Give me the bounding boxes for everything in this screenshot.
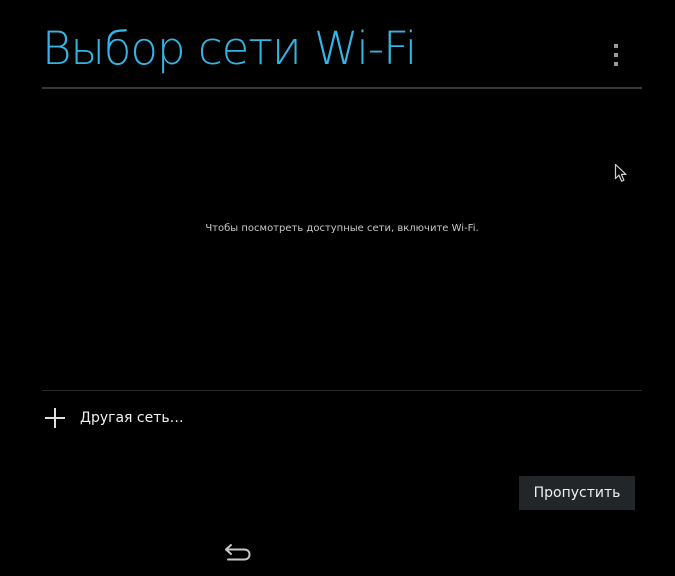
menu-dot	[614, 53, 618, 57]
wifi-off-message: Чтобы посмотреть доступные сети, включит…	[205, 223, 479, 234]
page-title: Выбор сети Wi-Fi	[42, 22, 417, 75]
overflow-menu-icon[interactable]	[608, 44, 624, 66]
menu-dot	[614, 44, 618, 48]
plus-icon	[44, 407, 66, 429]
title-divider	[42, 87, 642, 89]
skip-button[interactable]: Пропустить	[519, 476, 635, 510]
list-divider	[42, 390, 642, 391]
back-icon[interactable]	[222, 538, 254, 564]
menu-dot	[614, 62, 618, 66]
other-network-label: Другая сеть…	[80, 410, 184, 426]
mouse-pointer-icon	[614, 163, 627, 182]
add-other-network-item[interactable]: Другая сеть…	[42, 402, 342, 434]
